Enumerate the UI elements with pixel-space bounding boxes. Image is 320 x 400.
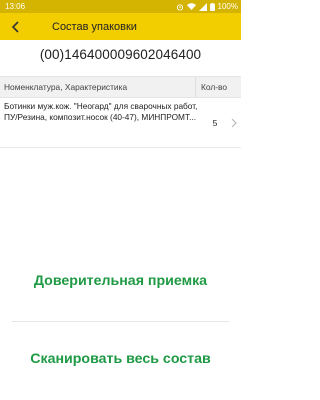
status-time: 13:06 [5, 2, 26, 11]
column-header-quantity: Кол-во [201, 82, 228, 92]
row-chevron [227, 98, 241, 147]
trusted-accept-button[interactable]: Доверительная приемка [0, 273, 241, 289]
scan-all-button[interactable]: Сканировать весь состав [0, 351, 241, 367]
divider [12, 321, 229, 322]
signal-icon [198, 2, 207, 11]
item-name: Ботинки муж.кож. "Неогард" для сварочных… [4, 101, 198, 122]
alarm-icon [176, 3, 183, 10]
wifi-icon [186, 2, 196, 10]
chevron-right-icon [231, 118, 237, 127]
package-code: (00)146400009602046400 [39, 47, 202, 62]
table-header: Номенклатура, Характеристика Кол-во [0, 76, 241, 98]
status-icons: 100% [176, 0, 238, 13]
package-contents-table: Номенклатура, Характеристика Кол-во Боти… [0, 76, 241, 148]
battery-icon [209, 2, 215, 11]
app-bar: Состав упаковки [0, 13, 241, 40]
page-title: Состав упаковки [52, 20, 137, 33]
item-quantity: 5 [212, 118, 218, 128]
status-bar: 13:06 100% [0, 0, 241, 13]
battery-percent: 100% [217, 2, 238, 11]
back-button[interactable] [0, 13, 30, 40]
table-row[interactable]: Ботинки муж.кож. "Неогард" для сварочных… [0, 98, 241, 148]
column-header-nomenclature: Номенклатура, Характеристика [0, 77, 196, 97]
chevron-left-icon [11, 20, 19, 33]
